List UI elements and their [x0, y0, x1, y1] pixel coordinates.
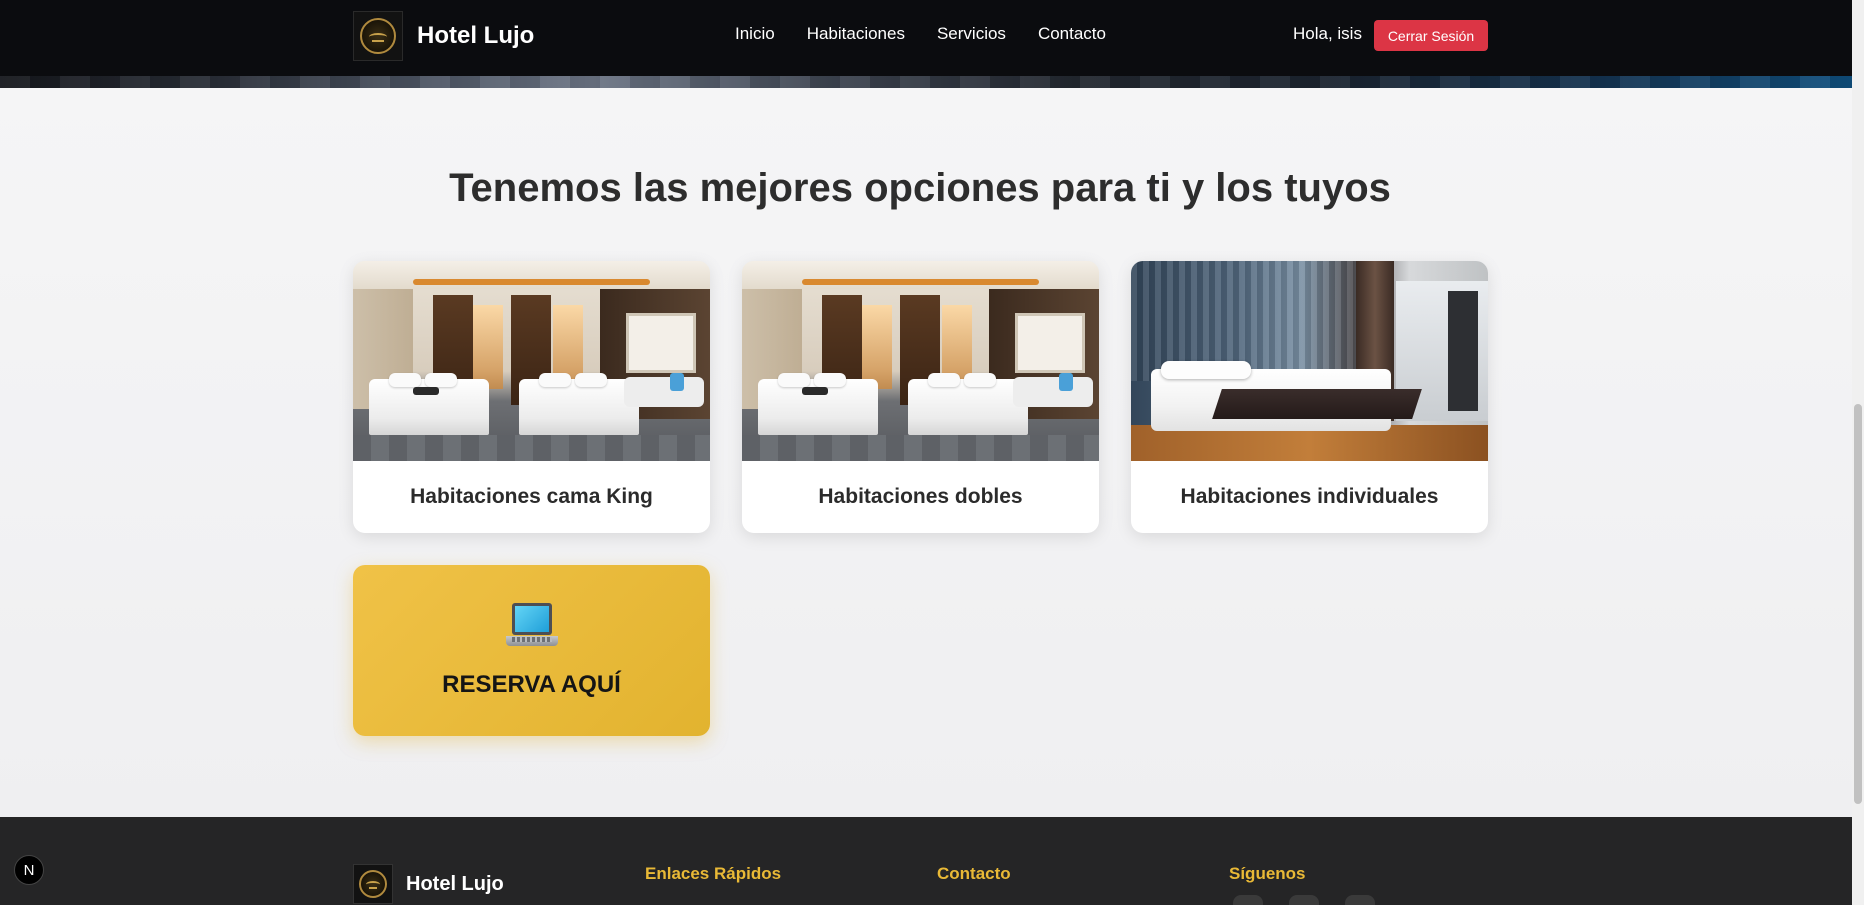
- user-greeting: Hola, isis: [1293, 24, 1362, 43]
- nav-link-habitaciones[interactable]: Habitaciones: [807, 24, 905, 44]
- social-icon[interactable]: [1233, 895, 1263, 905]
- nav-links: Inicio Habitaciones Servicios Contacto: [735, 24, 1138, 44]
- hotel-logo: [353, 11, 403, 61]
- room-card-king[interactable]: Habitaciones cama King: [353, 261, 710, 533]
- room-photo-doubles: [742, 261, 1099, 461]
- brand-name: Hotel Lujo: [417, 22, 535, 49]
- social-icon[interactable]: [1345, 895, 1375, 905]
- room-card-title: Habitaciones cama King: [410, 485, 653, 508]
- nextjs-dev-badge[interactable]: N: [14, 855, 44, 885]
- room-photo-singles: [1131, 261, 1488, 461]
- footer-logo: [353, 864, 393, 904]
- rooms-section: Tenemos las mejores opciones para ti y l…: [0, 88, 1852, 817]
- nav-link-servicios[interactable]: Servicios: [937, 24, 1006, 44]
- reserve-label: RESERVA AQUÍ: [442, 670, 621, 698]
- nav-link-contacto[interactable]: Contacto: [1038, 24, 1106, 44]
- footer-brand: Hotel Lujo: [353, 864, 504, 904]
- room-photo-king: [353, 261, 710, 461]
- brand[interactable]: Hotel Lujo: [353, 11, 534, 61]
- nav-link-inicio[interactable]: Inicio: [735, 24, 775, 44]
- footer-heading-contact: Contacto: [937, 864, 1011, 883]
- room-card-singles[interactable]: Habitaciones individuales: [1131, 261, 1488, 533]
- room-card-doubles[interactable]: Habitaciones dobles: [742, 261, 1099, 533]
- footer-heading-follow: Síguenos: [1229, 864, 1306, 883]
- footer: Hotel Lujo Enlaces Rápidos Contacto Sígu…: [0, 817, 1852, 905]
- footer-brand-name: Hotel Lujo: [406, 872, 504, 895]
- laptop-icon: [505, 602, 558, 653]
- room-card-title: Habitaciones individuales: [1180, 485, 1439, 508]
- scrollbar-thumb[interactable]: [1854, 404, 1862, 804]
- navbar: Hotel Lujo Inicio Habitaciones Servicios…: [0, 0, 1852, 76]
- section-title: Tenemos las mejores opciones para ti y l…: [449, 166, 1391, 210]
- page-scrollbar[interactable]: [1852, 0, 1864, 905]
- room-card-title: Habitaciones dobles: [818, 485, 1023, 508]
- logout-button[interactable]: Cerrar Sesión: [1374, 20, 1488, 51]
- footer-heading-quick-links: Enlaces Rápidos: [645, 864, 782, 883]
- social-icon[interactable]: [1289, 895, 1319, 905]
- reserve-button[interactable]: RESERVA AQUÍ: [353, 565, 710, 736]
